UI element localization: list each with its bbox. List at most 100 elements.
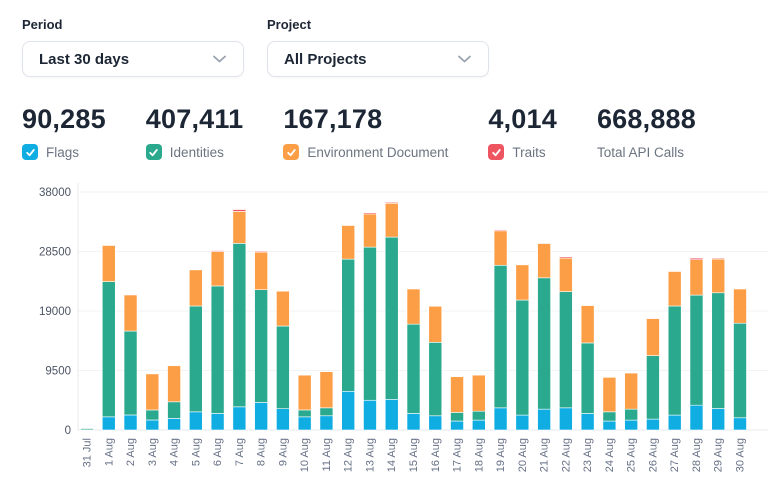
bar-segment-environment-document[interactable] (211, 252, 224, 286)
bar-segment-flags[interactable] (451, 421, 464, 430)
bar-segment-flags[interactable] (189, 412, 202, 430)
project-select[interactable]: All Projects (267, 41, 489, 77)
bar-segment-traits[interactable] (559, 257, 572, 258)
bar-segment-environment-document[interactable] (385, 203, 398, 237)
bar-segment-identities[interactable] (472, 411, 485, 420)
bar-segment-traits[interactable] (255, 251, 268, 252)
bar-segment-identities[interactable] (342, 259, 355, 391)
bar-segment-environment-document[interactable] (429, 306, 442, 342)
bar-segment-identities[interactable] (494, 265, 507, 408)
bar-segment-environment-document[interactable] (189, 270, 202, 306)
flags-checkbox[interactable] (22, 144, 38, 160)
bar-segment-traits[interactable] (211, 251, 224, 252)
bar-segment-environment-document[interactable] (603, 377, 616, 412)
bar-segment-identities[interactable] (429, 342, 442, 415)
bar-segment-flags[interactable] (298, 417, 311, 430)
bar-segment-identities[interactable] (690, 295, 703, 405)
bar-segment-traits[interactable] (233, 210, 246, 212)
bar-segment-flags[interactable] (168, 418, 181, 430)
bar-segment-traits[interactable] (712, 258, 725, 259)
bar-segment-environment-document[interactable] (168, 365, 181, 401)
identities-checkbox[interactable] (146, 144, 162, 160)
bar-segment-traits[interactable] (363, 213, 376, 214)
environment-document-checkbox[interactable] (283, 144, 299, 160)
bar-segment-flags[interactable] (668, 415, 681, 430)
bar-segment-identities[interactable] (538, 278, 551, 409)
bar-segment-environment-document[interactable] (581, 305, 594, 343)
bar-segment-flags[interactable] (494, 408, 507, 430)
bar-segment-identities[interactable] (385, 237, 398, 399)
bar-segment-flags[interactable] (102, 417, 115, 430)
bar-segment-identities[interactable] (625, 409, 638, 420)
bar-segment-flags[interactable] (255, 402, 268, 430)
bar-segment-environment-document[interactable] (363, 214, 376, 247)
bar-segment-flags[interactable] (538, 409, 551, 430)
bar-segment-identities[interactable] (102, 282, 115, 417)
bar-segment-traits[interactable] (494, 230, 507, 231)
bar-segment-identities[interactable] (668, 306, 681, 415)
traits-checkbox[interactable] (488, 144, 504, 160)
bar-segment-flags[interactable] (233, 407, 246, 430)
bar-segment-flags[interactable] (211, 413, 224, 430)
bar-segment-identities[interactable] (734, 323, 747, 418)
period-select[interactable]: Last 30 days (22, 41, 244, 77)
bar-segment-environment-document[interactable] (559, 258, 572, 292)
bar-segment-flags[interactable] (429, 416, 442, 430)
bar-segment-flags[interactable] (320, 416, 333, 430)
bar-segment-environment-document[interactable] (102, 245, 115, 281)
bar-segment-traits[interactable] (646, 318, 659, 319)
bar-segment-identities[interactable] (255, 290, 268, 403)
bar-segment-identities[interactable] (516, 300, 529, 415)
bar-segment-identities[interactable] (146, 410, 159, 420)
bar-segment-environment-document[interactable] (538, 243, 551, 277)
bar-segment-environment-document[interactable] (494, 231, 507, 265)
bar-segment-traits[interactable] (690, 258, 703, 260)
bar-segment-flags[interactable] (581, 413, 594, 430)
bar-segment-flags[interactable] (276, 409, 289, 430)
bar-segment-identities[interactable] (581, 343, 594, 414)
bar-segment-traits[interactable] (385, 202, 398, 203)
bar-segment-flags[interactable] (407, 413, 420, 430)
bar-segment-identities[interactable] (189, 306, 202, 412)
bar-segment-flags[interactable] (146, 420, 159, 430)
bar-segment-environment-document[interactable] (233, 211, 246, 243)
bar-segment-flags[interactable] (559, 408, 572, 430)
bar-segment-environment-document[interactable] (407, 289, 420, 324)
bar-segment-identities[interactable] (124, 331, 137, 415)
bar-segment-identities[interactable] (298, 410, 311, 417)
bar-segment-flags[interactable] (690, 405, 703, 430)
bar-segment-identities[interactable] (276, 326, 289, 409)
bar-segment-identities[interactable] (559, 292, 572, 408)
bar-segment-environment-document[interactable] (472, 375, 485, 411)
bar-segment-environment-document[interactable] (712, 259, 725, 293)
bar-segment-environment-document[interactable] (690, 260, 703, 295)
bar-segment-flags[interactable] (712, 409, 725, 430)
bar-segment-flags[interactable] (516, 415, 529, 430)
bar-segment-environment-document[interactable] (646, 319, 659, 356)
bar-segment-identities[interactable] (168, 402, 181, 419)
bar-segment-environment-document[interactable] (276, 291, 289, 326)
bar-segment-identities[interactable] (603, 412, 616, 421)
bar-segment-identities[interactable] (712, 293, 725, 409)
bar-segment-flags[interactable] (734, 418, 747, 430)
bar-segment-flags[interactable] (646, 419, 659, 430)
bar-segment-flags[interactable] (385, 399, 398, 430)
bar-segment-environment-document[interactable] (146, 374, 159, 410)
bar-segment-flags[interactable] (603, 421, 616, 430)
bar-segment-environment-document[interactable] (516, 265, 529, 300)
bar-segment-flags[interactable] (124, 415, 137, 430)
bar-segment-environment-document[interactable] (734, 289, 747, 323)
bar-segment-environment-document[interactable] (320, 371, 333, 407)
bar-segment-identities[interactable] (407, 324, 420, 413)
bar-segment-identities[interactable] (451, 412, 464, 421)
bar-segment-identities[interactable] (320, 408, 333, 416)
bar-segment-environment-document[interactable] (451, 376, 464, 412)
bar-segment-flags[interactable] (625, 420, 638, 430)
bar-segment-environment-document[interactable] (298, 375, 311, 410)
bar-segment-flags[interactable] (363, 400, 376, 430)
bar-segment-identities[interactable] (233, 243, 246, 406)
bar-segment-environment-document[interactable] (668, 271, 681, 306)
bar-segment-flags[interactable] (342, 391, 355, 430)
bar-segment-environment-document[interactable] (124, 295, 137, 331)
bar-segment-environment-document[interactable] (255, 252, 268, 290)
